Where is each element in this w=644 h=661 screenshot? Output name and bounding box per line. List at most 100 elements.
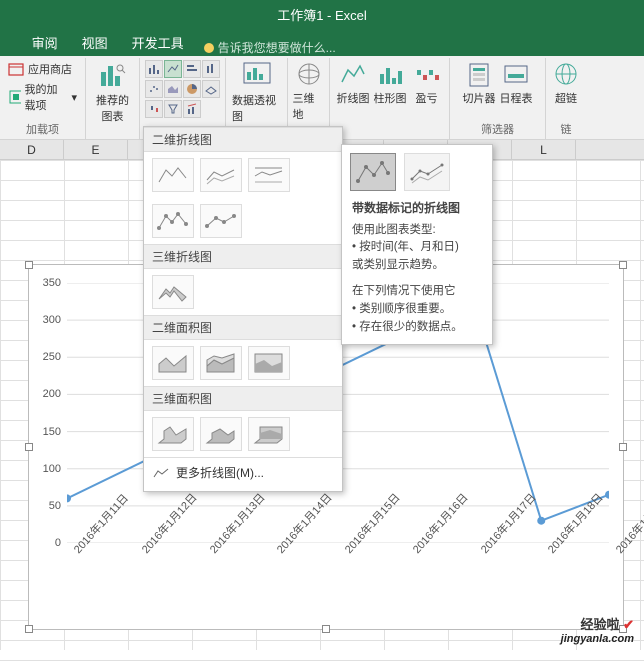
dropdown-section-2d-area: 二维面积图 bbox=[144, 315, 342, 340]
area-chart-button[interactable] bbox=[164, 80, 182, 98]
pivot-chart-button[interactable]: 数据透视图 bbox=[232, 60, 281, 124]
resize-handle[interactable] bbox=[322, 625, 330, 633]
tab-view[interactable]: 视图 bbox=[70, 29, 120, 56]
dropdown-section-3d-area: 三维面积图 bbox=[144, 386, 342, 411]
recommended-charts-icon bbox=[97, 60, 129, 92]
area-3d-option[interactable] bbox=[152, 417, 194, 451]
tooltip-line: 使用此图表类型: bbox=[352, 222, 482, 240]
scatter-chart-button[interactable] bbox=[145, 80, 163, 98]
pivot-chart-label: 数据透视图 bbox=[232, 92, 281, 124]
col-header[interactable] bbox=[576, 140, 644, 159]
ribbon-group-sparklines: 折线图 柱形图 盈亏 bbox=[330, 58, 450, 139]
stacked-line-markers-option[interactable] bbox=[200, 204, 242, 238]
watermark: 经验啦 ✔ jingyanla.com bbox=[561, 614, 634, 645]
tooltip-line: • 存在很少的数据点。 bbox=[352, 319, 482, 337]
chart-x-axis: 2016年1月11日2016年1月12日2016年1月13日2016年1月14日… bbox=[67, 545, 609, 625]
surface-chart-button[interactable] bbox=[202, 80, 220, 98]
tooltip-title: 带数据标记的折线图 bbox=[352, 199, 482, 218]
addin-store-button[interactable]: 应用商店 bbox=[6, 60, 79, 78]
chevron-down-icon: ▾ bbox=[71, 91, 77, 104]
col-header[interactable]: D bbox=[0, 140, 64, 159]
bulb-icon bbox=[204, 43, 214, 53]
tell-me-label: 告诉我您想要做什么... bbox=[218, 39, 336, 56]
ribbon-group-addins: 应用商店 我的加载项 ▾ 加载项 bbox=[0, 58, 86, 139]
resize-handle[interactable] bbox=[25, 443, 33, 451]
column-chart-button[interactable] bbox=[145, 60, 163, 78]
stacked-line-option[interactable] bbox=[200, 158, 242, 192]
line-chart-option[interactable] bbox=[152, 158, 194, 192]
tab-developer[interactable]: 开发工具 bbox=[120, 29, 196, 56]
links-group-label: 链 bbox=[561, 121, 572, 137]
percent-area-3d-option[interactable] bbox=[248, 417, 290, 451]
col-header[interactable]: E bbox=[64, 140, 128, 159]
addin-store-label: 应用商店 bbox=[28, 61, 72, 77]
tooltip-line: • 按时间(年、月和日) bbox=[352, 239, 482, 257]
my-addins-button[interactable]: 我的加载项 ▾ bbox=[6, 80, 79, 114]
stat-chart-button[interactable] bbox=[202, 60, 220, 78]
ribbon-tabs: 审阅 视图 开发工具 告诉我您想要做什么... bbox=[0, 28, 644, 56]
timeline-button[interactable]: 日程表 bbox=[500, 60, 533, 106]
sparkline-column-button[interactable]: 柱形图 bbox=[374, 60, 407, 106]
sparkline-winloss-label: 盈亏 bbox=[416, 90, 438, 106]
slicer-label: 切片器 bbox=[463, 90, 496, 106]
filters-group-label: 筛选器 bbox=[481, 121, 514, 137]
map3d-button[interactable]: 三维地 bbox=[293, 60, 325, 122]
chart-y-axis: 050100150200250300350 bbox=[33, 283, 63, 543]
hyperlink-button[interactable]: 超链 bbox=[550, 60, 582, 106]
hyperlink-icon bbox=[551, 60, 581, 90]
recommended-charts-button[interactable]: 推荐的 图表 bbox=[90, 60, 136, 124]
line-3d-option[interactable] bbox=[152, 275, 194, 309]
resize-handle[interactable] bbox=[25, 625, 33, 633]
ribbon-group-links: 超链 链 bbox=[546, 58, 586, 139]
percent-stacked-line-option[interactable] bbox=[248, 158, 290, 192]
timeline-label: 日程表 bbox=[500, 90, 533, 106]
recommended-charts-label: 推荐的 图表 bbox=[96, 92, 129, 124]
bar-chart-button[interactable] bbox=[183, 60, 201, 78]
combo-chart-button[interactable] bbox=[183, 100, 201, 118]
chart-type-tooltip: 带数据标记的折线图 使用此图表类型: • 按时间(年、月和日) 或类别显示趋势。… bbox=[341, 144, 493, 345]
dropdown-section-3d-line: 三维折线图 bbox=[144, 244, 342, 269]
stacked-area-3d-option[interactable] bbox=[200, 417, 242, 451]
more-line-charts-button[interactable]: 更多折线图(M)... bbox=[144, 457, 342, 487]
timeline-icon bbox=[501, 60, 531, 90]
resize-handle[interactable] bbox=[619, 261, 627, 269]
sparkline-line-label: 折线图 bbox=[337, 90, 370, 106]
ribbon-group-recommend: 推荐的 图表 bbox=[86, 58, 140, 139]
window-title: 工作簿1 - Excel bbox=[277, 5, 367, 24]
sparkline-column-label: 柱形图 bbox=[374, 90, 407, 106]
map3d-label: 三维地 bbox=[293, 90, 325, 122]
ribbon-group-filters: 切片器 日程表 筛选器 bbox=[450, 58, 546, 139]
sparkline-winloss-button[interactable]: 盈亏 bbox=[411, 60, 443, 106]
stacked-area-option[interactable] bbox=[200, 346, 242, 380]
sparkline-line-icon bbox=[338, 60, 368, 90]
tooltip-line: 或类别显示趋势。 bbox=[352, 257, 482, 275]
watermark-url: jingyanla.com bbox=[561, 633, 634, 645]
tell-me-search[interactable]: 告诉我您想要做什么... bbox=[204, 39, 336, 56]
line-chart-button[interactable] bbox=[164, 60, 182, 78]
area-option[interactable] bbox=[152, 346, 194, 380]
sparkline-winloss-icon bbox=[412, 60, 442, 90]
slicer-icon bbox=[464, 60, 494, 90]
sparkline-column-icon bbox=[375, 60, 405, 90]
tooltip-line: 在下列情况下使用它 bbox=[352, 283, 482, 301]
slicer-button[interactable]: 切片器 bbox=[463, 60, 496, 106]
tab-truncated[interactable] bbox=[0, 33, 20, 56]
tab-review[interactable]: 审阅 bbox=[20, 29, 70, 56]
stock-chart-button[interactable] bbox=[145, 100, 163, 118]
funnel-chart-button[interactable] bbox=[164, 100, 182, 118]
line-chart-dropdown: 二维折线图 三维折线图 二维面积图 三维面积图 更多折线图(M)... bbox=[143, 126, 343, 492]
resize-handle[interactable] bbox=[619, 443, 627, 451]
col-header[interactable]: L bbox=[512, 140, 576, 159]
pivot-chart-icon bbox=[241, 60, 273, 92]
window-titlebar: 工作簿1 - Excel bbox=[0, 0, 644, 28]
line-markers-option[interactable] bbox=[152, 204, 194, 238]
globe-icon bbox=[294, 60, 324, 90]
tooltip-preview-alt[interactable] bbox=[404, 153, 450, 191]
pie-chart-button[interactable] bbox=[183, 80, 201, 98]
addin-icon bbox=[8, 89, 21, 105]
resize-handle[interactable] bbox=[25, 261, 33, 269]
hyperlink-label: 超链 bbox=[555, 90, 577, 106]
tooltip-preview-selected[interactable] bbox=[350, 153, 396, 191]
sparkline-line-button[interactable]: 折线图 bbox=[337, 60, 370, 106]
percent-area-option[interactable] bbox=[248, 346, 290, 380]
